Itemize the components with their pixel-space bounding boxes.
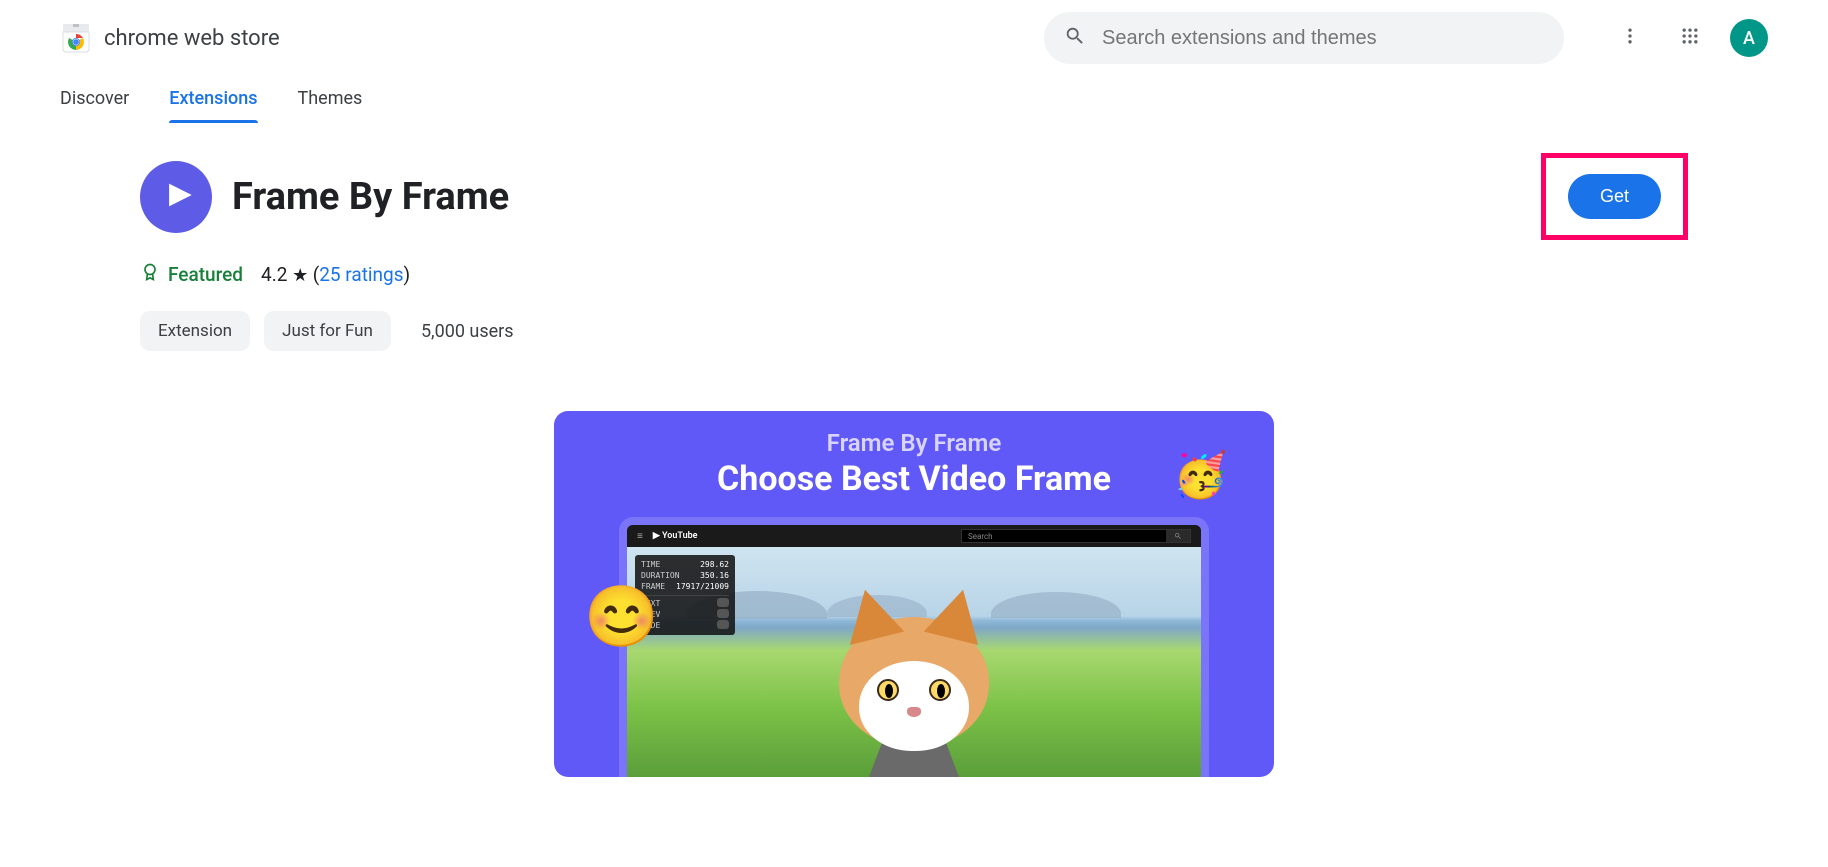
tab-extensions[interactable]: Extensions	[169, 88, 257, 123]
apps-button[interactable]	[1670, 18, 1710, 58]
award-icon	[140, 262, 160, 287]
ratings-link[interactable]: 25 ratings	[319, 263, 403, 286]
get-button[interactable]: Get	[1568, 174, 1661, 219]
header: chrome web store A	[0, 0, 1828, 76]
youtube-logo: ▶ YouTube	[653, 531, 698, 541]
rating-value: 4.2	[261, 263, 287, 286]
hamburger-icon: ≡	[637, 531, 643, 542]
promo-title: Choose Best Video Frame	[594, 459, 1234, 499]
promo-browser-mock: ≡ ▶ YouTube Search	[619, 517, 1209, 777]
featured-label: Featured	[168, 263, 243, 286]
chip-category[interactable]: Just for Fun	[264, 311, 391, 351]
tab-discover[interactable]: Discover	[60, 88, 129, 123]
party-emoji-icon: 🥳	[1173, 449, 1228, 501]
search-box[interactable]	[1044, 12, 1564, 64]
tab-themes[interactable]: Themes	[298, 88, 363, 123]
video-frame: TIME298.62 DURATION350.16 FRAME17917/210…	[627, 547, 1201, 777]
extension-icon	[140, 161, 212, 233]
header-actions: A	[1610, 18, 1768, 58]
avatar-initial: A	[1743, 28, 1755, 49]
meta-row: Featured 4.2 ★ (25 ratings)	[140, 262, 1688, 287]
extension-title: Frame By Frame	[232, 175, 509, 219]
chip-extension[interactable]: Extension	[140, 311, 250, 351]
search-input[interactable]	[1102, 27, 1544, 50]
get-button-highlight: Get	[1541, 153, 1688, 240]
smile-emoji-icon: 😊	[584, 581, 659, 652]
more-vert-icon	[1620, 26, 1640, 50]
more-menu-button[interactable]	[1610, 18, 1650, 58]
apps-grid-icon	[1680, 26, 1700, 50]
promo-area: Frame By Frame Choose Best Video Frame 🥳…	[140, 411, 1688, 777]
featured-badge: Featured	[140, 262, 243, 287]
cat-illustration	[799, 617, 1029, 777]
main-content: Frame By Frame Get Featured 4.2 ★ (25 ra…	[0, 123, 1828, 777]
star-icon: ★	[292, 265, 313, 286]
rating-group: 4.2 ★ (25 ratings)	[261, 263, 410, 286]
chrome-web-store-icon	[60, 22, 92, 54]
title-row: Frame By Frame Get	[140, 153, 1688, 240]
users-count: 5,000 users	[421, 321, 514, 342]
youtube-search: Search	[961, 529, 1191, 543]
avatar[interactable]: A	[1730, 19, 1768, 57]
youtube-search-text: Search	[962, 532, 1166, 541]
store-title: chrome web store	[104, 26, 280, 51]
store-logo-link[interactable]: chrome web store	[60, 22, 280, 54]
search-icon	[1064, 25, 1086, 51]
play-icon	[156, 178, 196, 216]
chips-row: Extension Just for Fun 5,000 users	[140, 311, 1688, 351]
youtube-bar: ≡ ▶ YouTube Search	[627, 525, 1201, 547]
promo-card[interactable]: Frame By Frame Choose Best Video Frame 🥳…	[554, 411, 1274, 777]
nav-tabs: Discover Extensions Themes	[0, 76, 1828, 123]
youtube-search-button-icon	[1166, 530, 1190, 542]
promo-subtitle: Frame By Frame	[594, 429, 1234, 457]
